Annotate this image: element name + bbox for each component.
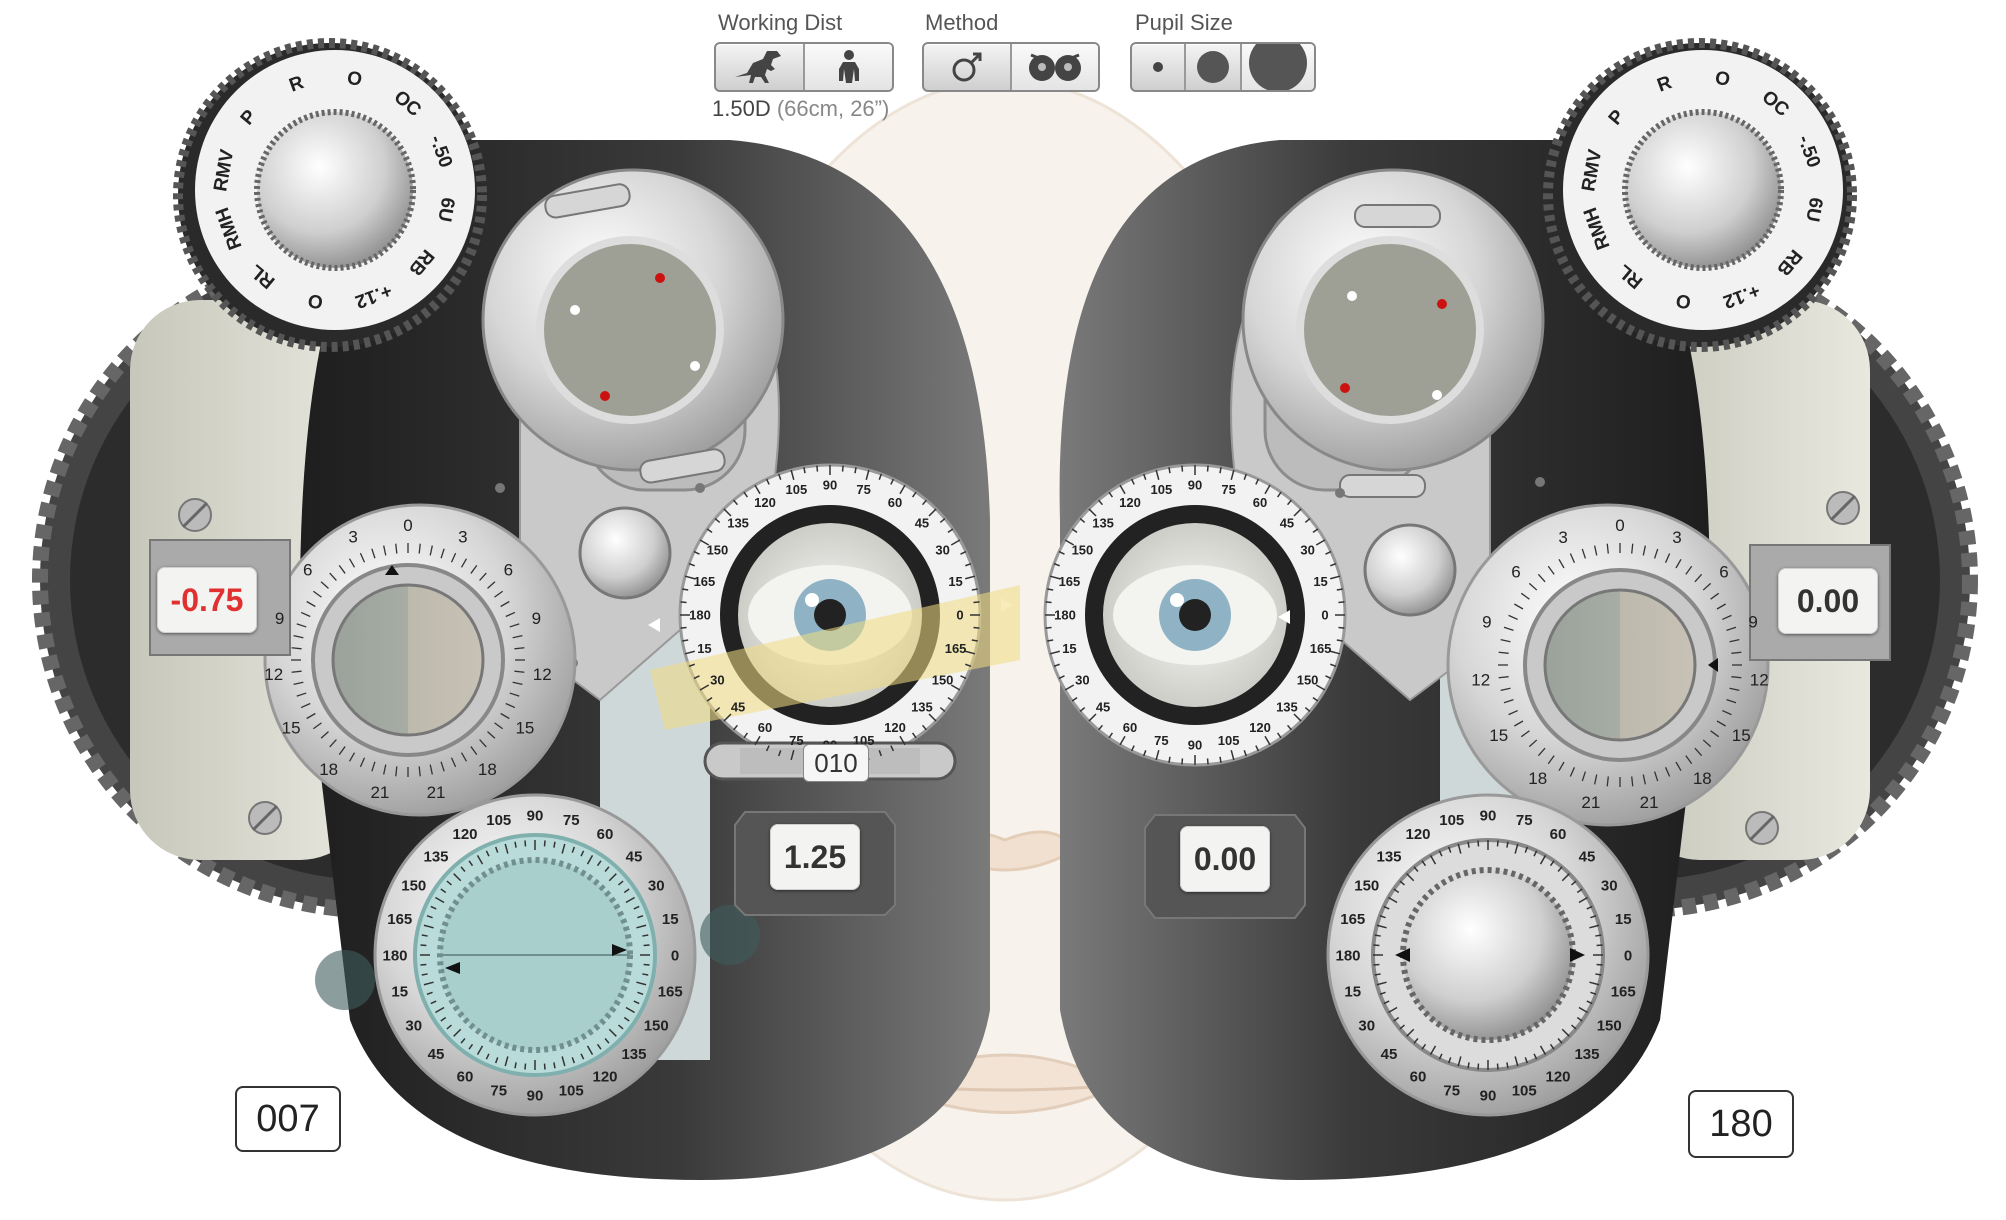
- retinoscope-icon: [952, 52, 982, 82]
- pupil-size-option-medium[interactable]: [1186, 44, 1242, 90]
- pupil-medium-icon: [1197, 51, 1229, 83]
- pupil-size-toggle: [1130, 42, 1316, 92]
- working-distance-label: Working Dist: [718, 10, 843, 35]
- right-aux-lens-dial[interactable]: [1553, 40, 1853, 340]
- left-cylinder-axis-dial[interactable]: [375, 795, 695, 1115]
- dinosaur-icon: [734, 51, 781, 83]
- working-distance-option-person[interactable]: [805, 44, 892, 90]
- pupil-large-icon: [1249, 44, 1307, 90]
- method-option-owl[interactable]: [1012, 44, 1098, 90]
- pupil-small-icon: [1153, 62, 1163, 72]
- owl-eyes-icon: [1029, 53, 1081, 81]
- working-distance-option-dinosaur[interactable]: [716, 44, 805, 90]
- left-aux-lens-dial[interactable]: [180, 40, 480, 340]
- method-toggle: [922, 42, 1100, 92]
- working-distance-value: 1.50D (66cm, 26”): [712, 96, 889, 122]
- left-sphere-readout: -0.75: [157, 567, 257, 633]
- pd-slider[interactable]: [705, 743, 955, 779]
- right-cross-cylinder[interactable]: [1045, 465, 1345, 765]
- left-cylinder-readout: 1.25: [770, 824, 860, 890]
- method-option-retinoscope[interactable]: [924, 44, 1012, 90]
- left-axis-readout[interactable]: 007: [235, 1086, 341, 1152]
- left-cross-cylinder[interactable]: [680, 465, 980, 765]
- method-label: Method: [925, 10, 999, 35]
- person-icon: [838, 50, 859, 83]
- right-axis-readout[interactable]: 180: [1688, 1090, 1794, 1158]
- working-distance-diopters: 1.50D: [712, 96, 771, 121]
- right-rotary-prism-dial[interactable]: [1448, 505, 1768, 825]
- right-sphere-readout: 0.00: [1778, 568, 1878, 634]
- working-distance-toggle: [714, 42, 894, 92]
- working-distance-detail: (66cm, 26”): [776, 96, 890, 121]
- pupil-size-label: Pupil Size: [1135, 10, 1233, 35]
- right-cylinder-axis-dial[interactable]: [1328, 795, 1648, 1115]
- pupil-size-option-large[interactable]: [1242, 44, 1314, 90]
- pupil-size-option-small[interactable]: [1132, 44, 1186, 90]
- left-rotary-prism-dial[interactable]: [265, 505, 575, 815]
- right-cylinder-readout: 0.00: [1180, 826, 1270, 892]
